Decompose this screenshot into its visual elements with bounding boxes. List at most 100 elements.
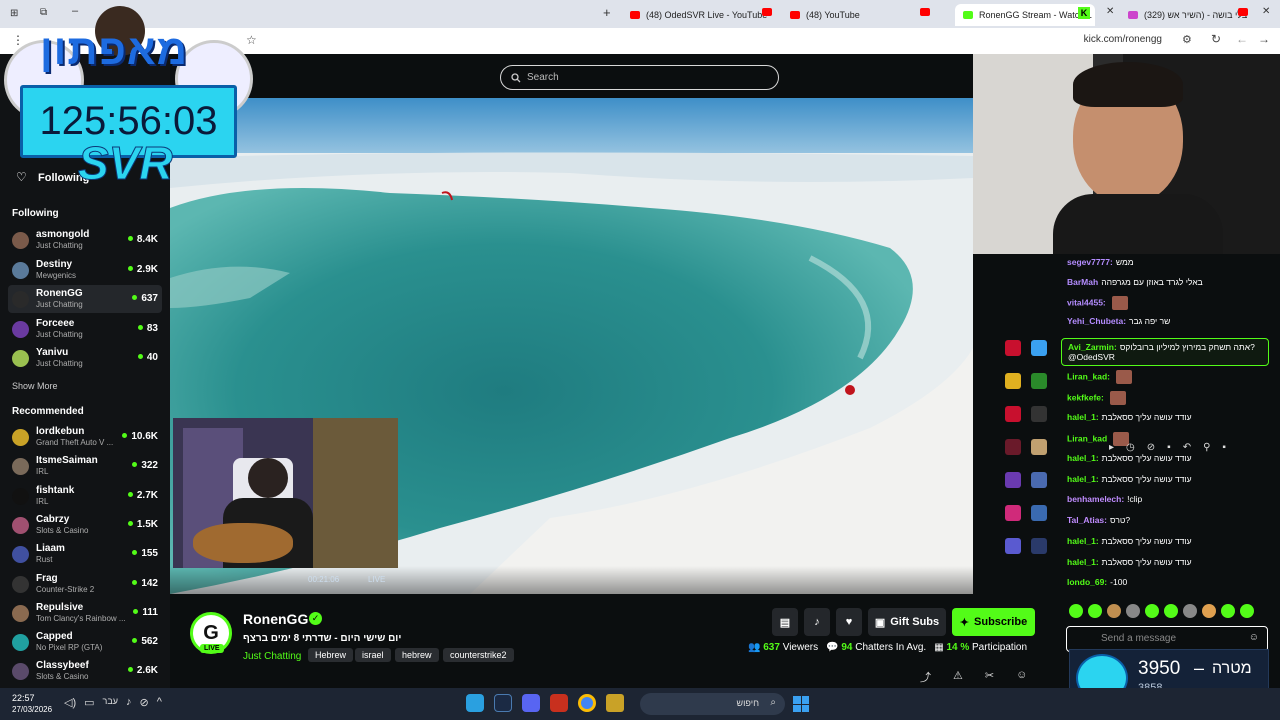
chat-message[interactable]: segev7777: ממש — [1067, 257, 1134, 267]
video-player[interactable]: 00:21:06 LIVE — [170, 98, 973, 594]
chat-username[interactable]: Liran_kad — [1067, 433, 1107, 443]
following-item[interactable]: RonenGG Just Chatting 637 — [8, 285, 162, 313]
recommended-item[interactable]: Liaam Rust 155 — [8, 540, 162, 568]
desktop-app-icon[interactable] — [1005, 439, 1021, 455]
emote-icon[interactable] — [1145, 604, 1159, 618]
tag-israel[interactable]: israel — [355, 648, 391, 662]
desktop-app-icon[interactable] — [1031, 472, 1047, 488]
chat-username[interactable]: benhamelech: — [1067, 494, 1124, 504]
desktop-app-icon[interactable] — [1031, 373, 1047, 389]
follow-button[interactable]: ♥ — [836, 608, 862, 636]
start-button[interactable] — [793, 696, 809, 712]
emote-icon[interactable] — [1221, 604, 1235, 618]
tab-audio-icon[interactable] — [1238, 8, 1248, 16]
desktop-app-icon[interactable] — [1031, 439, 1047, 455]
emote-icon[interactable] — [1202, 604, 1216, 618]
chat-username[interactable]: Liran_kad: — [1067, 371, 1110, 381]
url-field[interactable]: kick.com/ronengg — [1084, 34, 1162, 45]
desktop-app-icon[interactable] — [1031, 406, 1047, 422]
recommended-item[interactable]: Cabrzy Slots & Casino 1.5K — [8, 511, 162, 539]
desktop-app-icon[interactable] — [1005, 472, 1021, 488]
page-settings-icon[interactable]: ⚙ — [1182, 33, 1192, 46]
app-telegram-icon[interactable] — [466, 694, 484, 712]
profile-icon[interactable]: ☺ — [1016, 669, 1027, 685]
recommended-item[interactable]: Frag Counter-Strike 2 142 — [8, 570, 162, 598]
pin-icon[interactable]: ⚲ — [1203, 442, 1210, 453]
desktop-app-icon[interactable] — [1005, 505, 1021, 521]
following-item[interactable]: Destiny Mewgenics 2.9K — [8, 256, 162, 284]
recommended-item[interactable]: lordkebun Grand Theft Auto V ... 10.6K — [8, 423, 162, 451]
share-icon[interactable]: ⤴ — [920, 669, 931, 685]
chat-username[interactable]: vital4455: — [1067, 297, 1106, 307]
chat-username[interactable]: Avi_Zarmin: — [1068, 342, 1117, 352]
play-icon[interactable]: ▸ — [1109, 442, 1114, 453]
app-explorer-icon[interactable] — [606, 694, 624, 712]
chat-message[interactable]: kekfkefe: — [1067, 391, 1126, 405]
reload-icon[interactable]: ↻ — [1211, 32, 1221, 46]
tag-hebrew-2[interactable]: hebrew — [395, 648, 439, 662]
tab-youtube[interactable]: (48) YouTube — [782, 4, 932, 26]
chat-mention[interactable]: @OdedSVR — [1068, 352, 1262, 362]
mic-icon[interactable]: ♪ — [126, 696, 132, 709]
delete-icon[interactable]: ▪ — [1167, 442, 1171, 453]
network-icon[interactable]: ▭ — [84, 696, 94, 709]
tab-song[interactable]: (329) בלי בושה - (השיר אש — [1120, 4, 1255, 26]
chat-username[interactable]: halel_1: — [1067, 412, 1099, 422]
tab-close-icon[interactable]: ✕ — [1262, 6, 1270, 17]
subscribe-button[interactable]: ✦ Subscribe — [952, 608, 1035, 636]
chat-username[interactable]: Yehi_Chubeta: — [1067, 316, 1126, 326]
chat-username[interactable]: halel_1: — [1067, 474, 1099, 484]
recommended-item[interactable]: Repulsive Tom Clancy's Rainbow ... 111 — [8, 599, 162, 627]
desktop-app-icon[interactable] — [1031, 340, 1047, 356]
gift-subs-button[interactable]: ▣ Gift Subs — [868, 608, 946, 636]
chat-toggle-button[interactable]: ▤ — [772, 608, 798, 636]
live-label[interactable]: LIVE — [368, 575, 385, 584]
tab-close-icon[interactable]: ✕ — [1106, 6, 1114, 17]
chat-username[interactable]: segev7777: — [1067, 257, 1113, 267]
chat-message[interactable]: halel_1: עודד עושה עליך ססאלבת — [1067, 536, 1192, 546]
app-steam-icon[interactable] — [494, 694, 512, 712]
emote-icon[interactable] — [1069, 604, 1083, 618]
desktop-app-icon[interactable] — [1031, 505, 1047, 521]
tag-counterstrike2[interactable]: counterstrike2 — [443, 648, 514, 662]
chat-message[interactable]: londo_69: -100 — [1067, 577, 1127, 587]
chat-message[interactable]: benhamelech: !clip — [1067, 494, 1142, 504]
chat-message[interactable]: halel_1: עודד עושה עליך ססאלבת — [1067, 412, 1192, 422]
report-icon[interactable]: ⚠ — [953, 669, 963, 685]
emote-icon[interactable] — [1107, 604, 1121, 618]
taskbar-search[interactable]: חיפוש ⌕ — [640, 693, 785, 715]
chat-username[interactable]: halel_1: — [1067, 536, 1099, 546]
recommended-item[interactable]: ItsmeSaiman IRL 322 — [8, 452, 162, 480]
desktop-app-icon[interactable] — [1031, 538, 1047, 554]
mute-icon[interactable]: ⊘ — [139, 696, 148, 709]
chat-username[interactable]: londo_69: — [1067, 577, 1107, 587]
recommended-item[interactable]: Capped No Pixel RP (GTA) 562 — [8, 628, 162, 656]
desktop-app-icon[interactable] — [1005, 406, 1021, 422]
lang-indicator[interactable]: עבר — [103, 696, 118, 709]
pip-video[interactable] — [173, 418, 398, 568]
new-tab-button[interactable]: + — [603, 5, 611, 20]
timeout-icon[interactable]: ◷ — [1126, 442, 1135, 453]
tab-ronengg-kick[interactable]: RonenGG Stream - Watch L — [955, 4, 1095, 26]
volume-icon[interactable]: ◁) — [64, 696, 76, 709]
tab-audio-icon[interactable] — [920, 8, 930, 16]
desktop-app-icon[interactable] — [1005, 373, 1021, 389]
undo-icon[interactable]: ↶ — [1183, 442, 1191, 453]
trash-icon[interactable]: ▪ — [1222, 442, 1226, 453]
chat-message[interactable]: vital4455: — [1067, 296, 1128, 310]
notification-button[interactable]: ♪ — [804, 608, 830, 636]
desktop-app-icon[interactable] — [1005, 340, 1021, 356]
app-chrome-icon[interactable] — [578, 694, 596, 712]
tag-hebrew[interactable]: Hebrew — [308, 648, 354, 662]
chevron-up-icon[interactable]: ^ — [157, 696, 162, 709]
show-more-link[interactable]: Show More — [12, 381, 58, 391]
recommended-item[interactable]: fishtank IRL 2.7K — [8, 482, 162, 510]
chat-message[interactable]: Liran_kad: — [1067, 370, 1132, 384]
back-icon[interactable]: → — [1258, 32, 1270, 46]
emoji-icon[interactable]: ☺ — [1249, 632, 1259, 643]
app-discord-icon[interactable] — [522, 694, 540, 712]
chat-username[interactable]: kekfkefe: — [1067, 392, 1104, 402]
chat-username[interactable]: Tal_Atias: — [1067, 515, 1107, 525]
recommended-item[interactable]: Classybeef Slots & Casino 2.6K — [8, 657, 162, 685]
channel-name[interactable]: RonenGG — [243, 611, 308, 627]
